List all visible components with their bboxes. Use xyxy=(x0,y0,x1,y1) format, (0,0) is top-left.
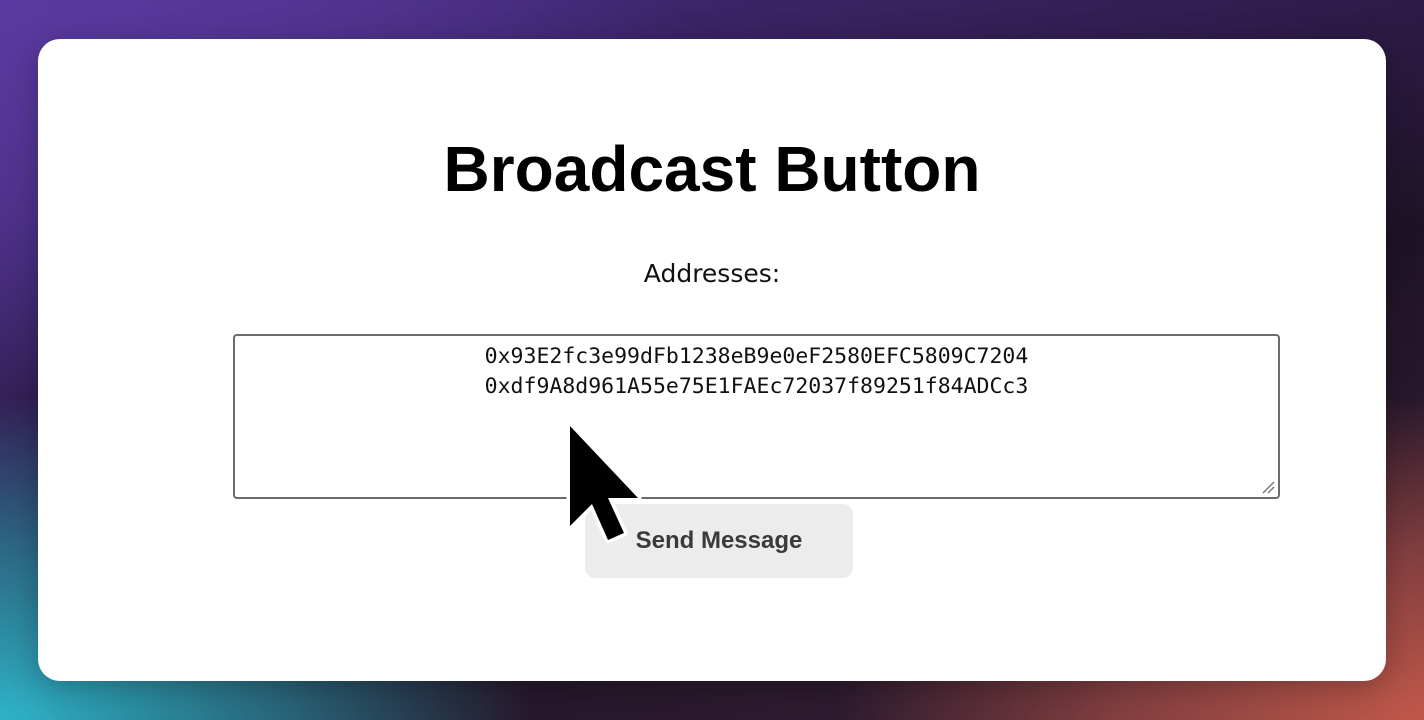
addresses-field-container: 0x93E2fc3e99dFb1238eB9e0eF2580EFC5809C72… xyxy=(233,334,1280,499)
send-message-button[interactable]: Send Message xyxy=(585,504,853,578)
page-title: Broadcast Button xyxy=(443,133,981,205)
addresses-label: Addresses: xyxy=(643,259,781,288)
broadcast-card: Broadcast Button Addresses: 0x93E2fc3e99… xyxy=(38,39,1386,681)
addresses-textarea[interactable]: 0x93E2fc3e99dFb1238eB9e0eF2580EFC5809C72… xyxy=(235,336,1278,497)
resize-grip-icon[interactable] xyxy=(1261,480,1275,494)
